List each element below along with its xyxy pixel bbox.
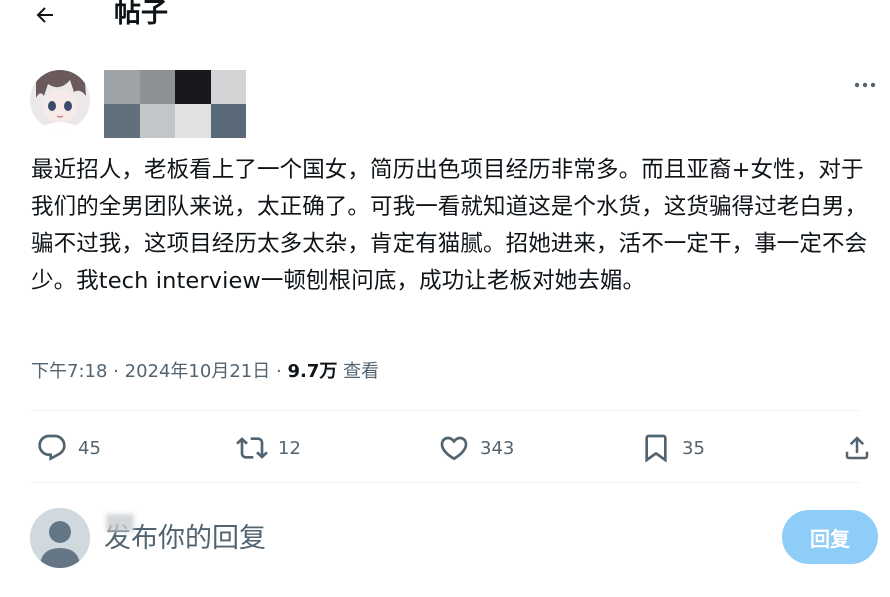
meta-separator: · (113, 361, 119, 382)
bookmark-action-button[interactable]: 35 (640, 428, 705, 468)
views-count: 9.7万 (287, 361, 338, 382)
divider (30, 482, 860, 483)
reply-composer: 回复 (0, 500, 890, 580)
reply-button[interactable]: 回复 (782, 510, 878, 564)
retweet-count: 12 (278, 437, 301, 459)
reply-count: 45 (78, 437, 101, 459)
retweet-icon (236, 437, 268, 459)
more-horizontal-icon (854, 82, 876, 88)
back-button[interactable] (30, 0, 60, 30)
divider (30, 410, 860, 411)
anime-avatar-image (30, 70, 90, 130)
retweet-action-button[interactable]: 12 (236, 428, 301, 468)
post-meta: 下午7:18 · 2024年10月21日 · 9.7万 查看 (31, 358, 379, 386)
share-icon (845, 436, 869, 460)
post-text: 最近招人，老板看上了一个国女，简历出色项目经历非常多。而且亚裔+女性，对于我们的… (31, 157, 868, 294)
bookmark-count: 35 (682, 437, 705, 459)
post-date[interactable]: 2024年10月21日 (125, 361, 271, 382)
bookmark-icon (645, 434, 667, 463)
user-avatar[interactable] (30, 508, 90, 568)
like-action-button[interactable]: 343 (438, 428, 514, 468)
share-action-button[interactable] (842, 428, 872, 468)
author-name-obscured[interactable] (104, 70, 246, 138)
reply-input[interactable] (104, 514, 664, 562)
default-user-icon (30, 508, 90, 568)
top-bar: 帖子 (0, 0, 890, 34)
page-title: 帖子 (114, 0, 168, 29)
obscured-mark (106, 514, 134, 532)
heart-icon (440, 436, 468, 461)
more-options-button[interactable] (848, 72, 882, 98)
views-label: 查看 (343, 361, 380, 382)
author-avatar[interactable] (30, 70, 90, 130)
arrow-left-icon (36, 7, 53, 23)
reply-action-button[interactable]: 45 (36, 428, 101, 468)
like-count: 343 (480, 437, 515, 459)
action-bar: 45 12 343 35 (30, 428, 880, 468)
post-time[interactable]: 下午7:18 (31, 361, 107, 382)
meta-separator: · (275, 361, 282, 382)
comment-icon (38, 434, 66, 461)
